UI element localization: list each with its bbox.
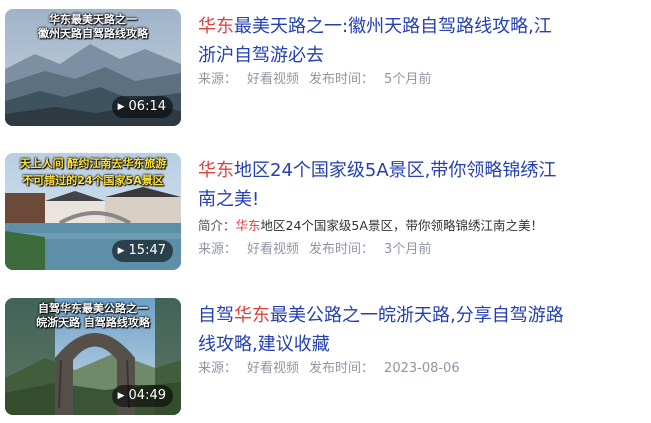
source-value: 好看视频 — [247, 361, 300, 376]
time-label: 发布时间： — [309, 361, 375, 376]
duration-text: 15:47 — [128, 243, 166, 258]
title-text: 最美天路之一:徽州天路自驾路线攻略,江 — [234, 16, 552, 37]
duration-text: 04:49 — [128, 388, 166, 403]
time-value: 5个月前 — [384, 72, 432, 87]
publish-time: 发布时间： 5个月前 — [309, 72, 431, 87]
video-title-link[interactable]: 华东地区24个国家级5A景区,带你领略锦绣江 南之美! — [198, 156, 578, 214]
title-text: 自驾 — [198, 305, 234, 326]
title-text: 浙沪自驾游必去 — [198, 45, 324, 66]
title-text: 南之美! — [198, 189, 260, 210]
thumbnail-caption-line-1: 华东最美天路之一 — [49, 13, 137, 26]
video-title-link[interactable]: 自驾华东最美公路之一皖浙天路,分享自驾游路 线攻略,建议收藏 — [198, 301, 578, 359]
source-label: 来源： — [198, 242, 238, 257]
video-thumbnail[interactable]: 自驾华东最美公路之一 皖浙天路 自驾路线攻略 ▶ 04:49 — [5, 298, 181, 415]
source: 来源： 好看视频 — [198, 361, 299, 376]
video-meta: 来源： 好看视频 发布时间： 5个月前 — [198, 71, 431, 89]
play-icon: ▶ — [117, 391, 125, 401]
video-description: 简介：华东地区24个国家级5A景区，带你领略锦绣江南之美！ — [198, 217, 638, 235]
time-label: 发布时间： — [309, 72, 375, 87]
duration-badge: ▶ 15:47 — [111, 240, 173, 262]
video-thumbnail[interactable]: 华东最美天路之一 徽州天路自驾路线攻略 ▶ 06:14 — [5, 9, 181, 126]
description-text: 地区24个国家级5A景区，带你领略锦绣江南之美！ — [260, 218, 543, 233]
title-highlight: 华东 — [198, 160, 234, 181]
source-label: 来源： — [198, 361, 238, 376]
thumbnail-caption-line-2: 不可错过的24个国家5A景区 — [22, 174, 164, 187]
description-label: 简介： — [198, 218, 236, 233]
video-result-list: 华东最美天路之一 徽州天路自驾路线攻略 ▶ 06:14 华东最美天路之一:徽州天… — [0, 0, 651, 423]
title-text: 线攻略,建议收藏 — [198, 334, 330, 355]
time-value: 3个月前 — [384, 242, 432, 257]
video-title-link[interactable]: 华东最美天路之一:徽州天路自驾路线攻略,江 浙沪自驾游必去 — [198, 12, 578, 70]
title-text: 地区24个国家级5A景区,带你领略锦绣江 — [234, 160, 557, 181]
time-label: 发布时间： — [309, 242, 375, 257]
thumbnail-caption-line-2: 徽州天路自驾路线攻略 — [38, 27, 148, 40]
time-value: 2023-08-06 — [384, 361, 460, 376]
source-value: 好看视频 — [247, 72, 300, 87]
source: 来源： 好看视频 — [198, 242, 299, 257]
source-value: 好看视频 — [247, 242, 300, 257]
publish-time: 发布时间： 2023-08-06 — [309, 361, 460, 376]
source: 来源： 好看视频 — [198, 72, 299, 87]
play-icon: ▶ — [117, 246, 125, 256]
duration-badge: ▶ 06:14 — [111, 96, 173, 118]
title-highlight: 华东 — [234, 305, 270, 326]
title-text: 最美公路之一皖浙天路,分享自驾游路 — [270, 305, 564, 326]
publish-time: 发布时间： 3个月前 — [309, 242, 431, 257]
video-meta: 来源： 好看视频 发布时间： 3个月前 — [198, 241, 431, 259]
thumbnail-caption-line-1: 自驾华东最美公路之一 — [38, 302, 148, 315]
source-label: 来源： — [198, 72, 238, 87]
play-icon: ▶ — [117, 102, 125, 112]
video-thumbnail[interactable]: 天上人间 醉约江南去华东旅游 不可错过的24个国家5A景区 ▶ 15:47 — [5, 153, 181, 270]
duration-text: 06:14 — [128, 99, 166, 114]
title-highlight: 华东 — [198, 16, 234, 37]
thumbnail-caption-line-1: 天上人间 醉约江南去华东旅游 — [19, 157, 167, 170]
duration-badge: ▶ 04:49 — [111, 385, 173, 407]
thumbnail-caption-line-2: 皖浙天路 自驾路线攻略 — [36, 316, 150, 329]
video-meta: 来源： 好看视频 发布时间： 2023-08-06 — [198, 360, 460, 378]
description-highlight: 华东 — [235, 218, 261, 233]
